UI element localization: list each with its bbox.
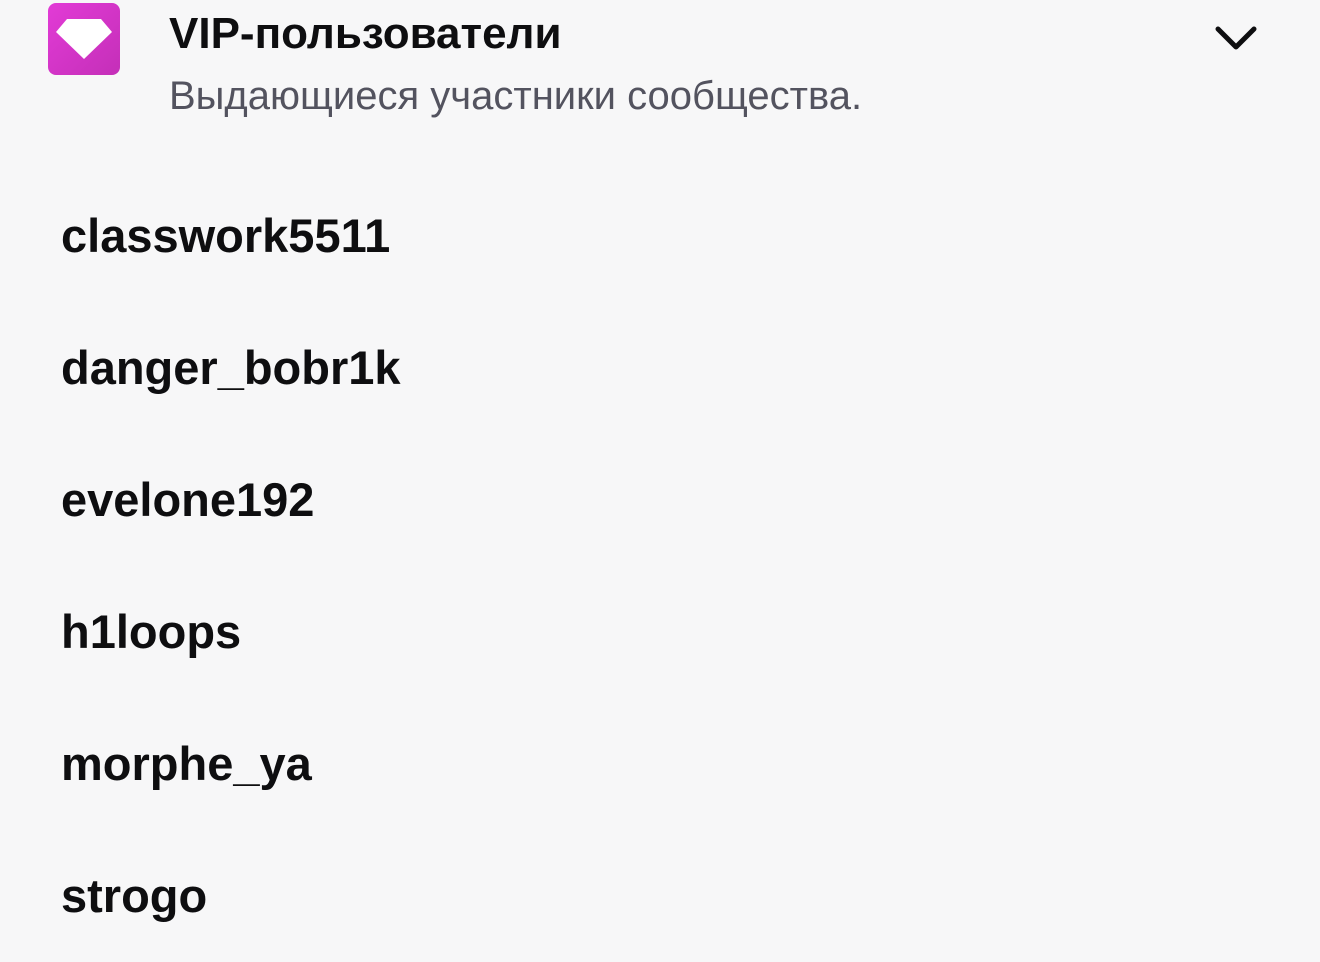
gem-icon [56, 19, 112, 59]
section-subtitle: Выдающиеся участники сообщества. [169, 74, 863, 118]
username: h1loops [61, 605, 242, 658]
vip-user-list: classwork5511 danger_bobr1k evelone192 h… [0, 170, 1320, 962]
username: evelone192 [61, 473, 315, 526]
section-title: VIP-пользователи [169, 9, 562, 58]
username: strogo [61, 869, 208, 922]
username: morphe_ya [61, 737, 312, 790]
list-item[interactable]: h1loops [0, 566, 1320, 698]
vip-badge [48, 3, 120, 75]
chevron-down-icon [1215, 26, 1257, 50]
vip-section-header[interactable]: VIP-пользователи Выдающиеся участники со… [0, 0, 1320, 130]
list-item[interactable]: danger_bobr1k [0, 302, 1320, 434]
collapse-toggle-button[interactable] [1206, 14, 1266, 62]
list-item[interactable]: strogo [0, 830, 1320, 962]
list-item[interactable]: evelone192 [0, 434, 1320, 566]
list-item[interactable]: morphe_ya [0, 698, 1320, 830]
list-item[interactable]: classwork5511 [0, 170, 1320, 302]
username: danger_bobr1k [61, 341, 401, 394]
username: classwork5511 [61, 209, 391, 262]
